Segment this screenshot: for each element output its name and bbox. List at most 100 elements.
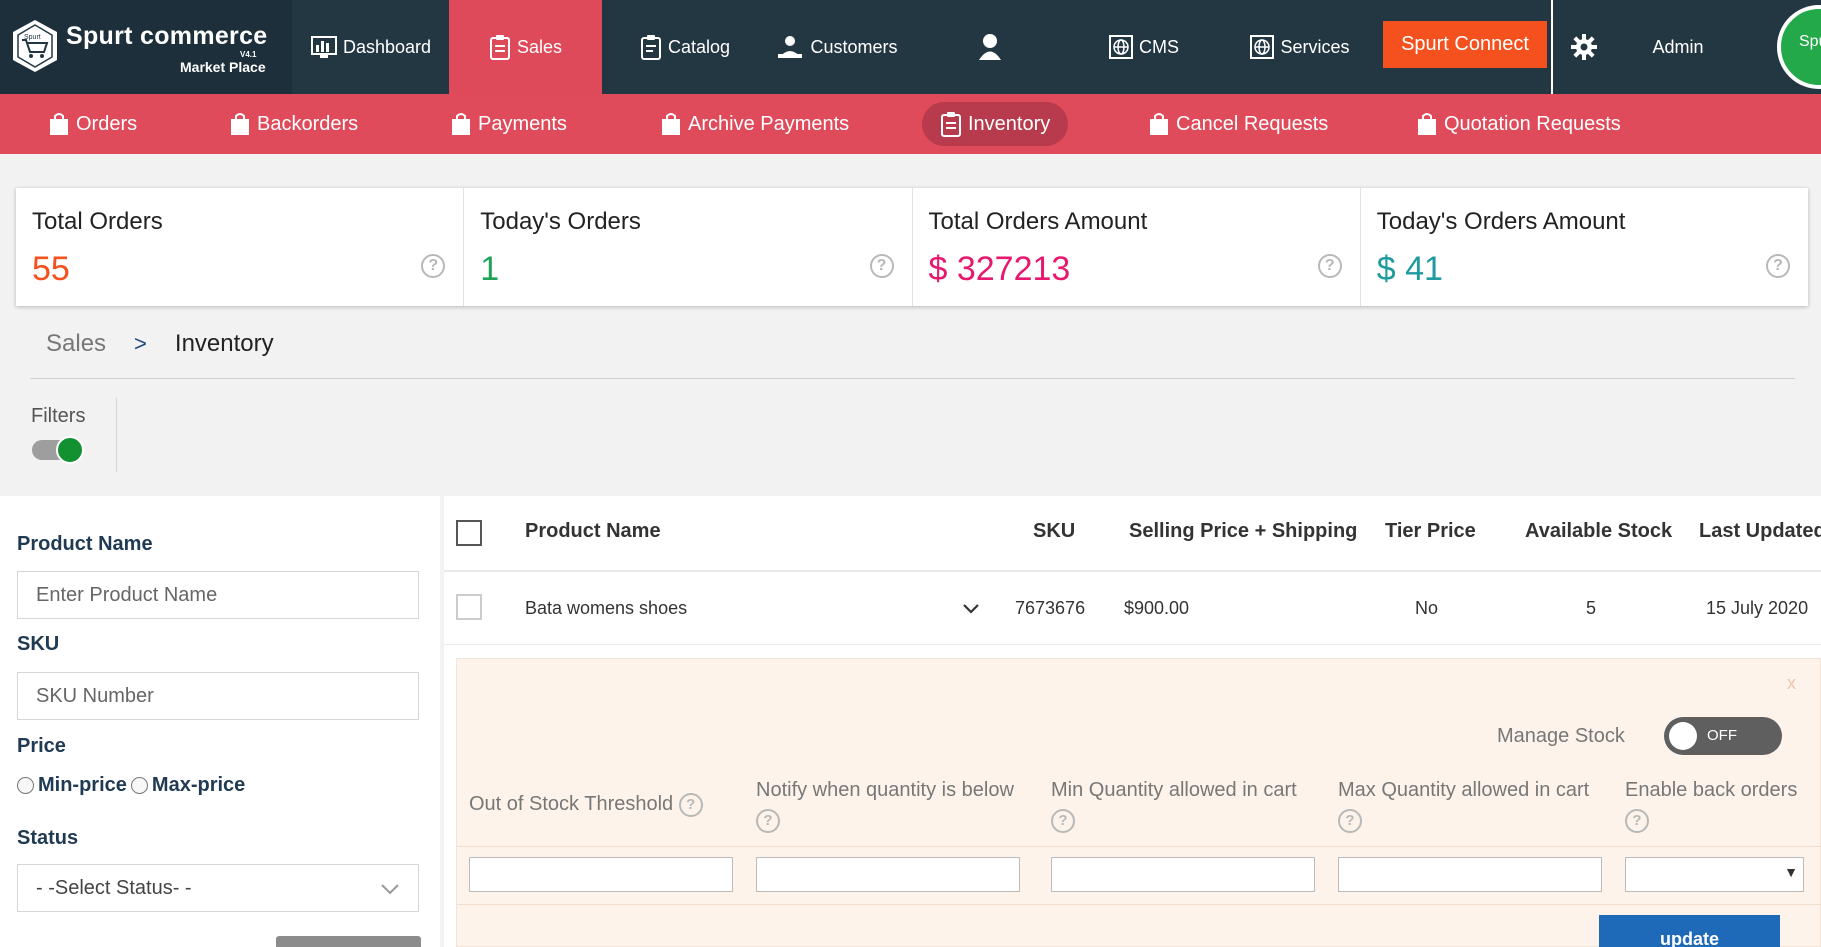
row-checkbox[interactable]: [456, 594, 482, 620]
help-icon[interactable]: ?: [421, 254, 446, 278]
help-icon[interactable]: ?: [756, 808, 780, 833]
manage-stock-toggle-knob: [1669, 722, 1697, 750]
logo-badge-text: Spurt: [24, 34, 41, 41]
manage-stock-toggle[interactable]: OFF: [1664, 717, 1782, 755]
update-button[interactable]: update: [1599, 915, 1780, 947]
notify-below-label: Notify when quantity is below ?: [756, 775, 1014, 835]
stat-todays-orders: Today's Orders 1 ?: [464, 188, 913, 306]
breadcrumb-sales[interactable]: Sales: [46, 330, 106, 358]
stat-total-orders: Total Orders 55 ?: [16, 188, 465, 306]
min-qty-text: Min Quantity allowed in cart: [1051, 779, 1297, 801]
filters-toggle-knob: [56, 436, 84, 464]
vendor-avatar-text: Spu: [1799, 33, 1821, 50]
subnav-backorders-label: Backorders: [257, 112, 359, 135]
max-price-radio[interactable]: [130, 777, 148, 794]
nav-dashboard[interactable]: Dashboard: [296, 0, 446, 94]
stat-value: 55: [32, 250, 70, 288]
max-price-label: Max-price: [151, 774, 246, 796]
help-icon[interactable]: ?: [1766, 254, 1790, 278]
help-icon[interactable]: ?: [1317, 254, 1342, 278]
subnav-cancel-requests[interactable]: Cancel Requests: [1148, 94, 1328, 154]
nav-sales[interactable]: Sales: [449, 0, 602, 94]
subnav-payments[interactable]: Payments: [450, 94, 567, 154]
user-icon: [979, 34, 1001, 60]
header-product-name[interactable]: Product Name: [525, 520, 661, 543]
spurt-connect-button[interactable]: Spurt Connect: [1383, 21, 1547, 68]
admin-menu[interactable]: Admin: [1634, 0, 1722, 94]
subnav-inventory[interactable]: Inventory: [922, 102, 1069, 146]
enable-back-orders-select[interactable]: ▼: [1625, 857, 1804, 892]
product-name-input[interactable]: [17, 571, 419, 619]
header-tier-price[interactable]: Tier Price: [1385, 520, 1476, 543]
brand-logo[interactable]: Spurt Spurt commerce V4.1 Market Place: [0, 0, 292, 94]
nav-services-label: Services: [1280, 36, 1350, 57]
editor-divider: [457, 846, 1821, 847]
help-icon[interactable]: ?: [678, 792, 703, 817]
editor-divider-bottom: [457, 904, 1821, 905]
max-qty-input[interactable]: [1338, 857, 1602, 892]
sku-input[interactable]: [17, 672, 419, 720]
subnav-backorders[interactable]: Backorders: [229, 94, 358, 154]
header-selling-price[interactable]: Selling Price + Shipping: [1129, 520, 1357, 543]
header-divider: [444, 570, 1821, 572]
row-divider: [444, 644, 1821, 645]
bag-icon: [50, 113, 68, 135]
sku-label: SKU: [17, 633, 60, 655]
enable-back-orders-label: Enable back orders ?: [1625, 775, 1797, 835]
subnav-quotation-requests[interactable]: Quotation Requests: [1416, 94, 1621, 154]
help-icon[interactable]: ?: [1051, 808, 1075, 833]
subnav-quotation-requests-label: Quotation Requests: [1444, 112, 1621, 135]
nav-dashboard-label: Dashboard: [342, 36, 432, 57]
cell-product-name: Bata womens shoes: [525, 598, 688, 618]
bag-icon: [662, 113, 680, 135]
top-navbar: Spurt Spurt commerce V4.1 Market Place D…: [0, 0, 1821, 94]
filters-toggle[interactable]: [32, 436, 84, 464]
notify-below-input[interactable]: [756, 857, 1020, 892]
subnav-payments-label: Payments: [478, 112, 567, 135]
header-last-updated[interactable]: Last Updated: [1699, 520, 1821, 543]
chevron-down-icon[interactable]: [962, 600, 980, 618]
subnav-archive-payments[interactable]: Archive Payments: [660, 94, 849, 154]
admin-label: Admin: [1652, 36, 1704, 57]
inventory-table: Product Name SKU Selling Price + Shippin…: [444, 496, 1821, 947]
subnav-orders[interactable]: Orders: [48, 94, 137, 154]
nav-divider: [1551, 0, 1553, 94]
price-radio-group: Min-price Max-price: [17, 774, 245, 797]
max-qty-label: Max Quantity allowed in cart ?: [1338, 775, 1589, 835]
nav-catalog[interactable]: Catalog: [630, 0, 740, 94]
nav-customers[interactable]: Customers: [772, 0, 902, 94]
min-qty-input[interactable]: [1051, 857, 1315, 892]
help-icon[interactable]: ?: [1625, 808, 1649, 833]
out-of-stock-threshold-label: Out of Stock Threshold ?: [469, 789, 703, 819]
enable-back-orders-text: Enable back orders: [1625, 779, 1798, 801]
close-icon[interactable]: x: [1787, 673, 1796, 694]
bag-icon: [452, 113, 470, 135]
nav-customers-label: Customers: [810, 36, 898, 57]
help-icon[interactable]: ?: [1338, 808, 1362, 833]
header-available-stock[interactable]: Available Stock: [1525, 520, 1672, 543]
filters-label: Filters: [31, 405, 86, 427]
price-label: Price: [17, 735, 66, 757]
stat-todays-orders-amount: Today's Orders Amount $ 41 ?: [1361, 188, 1808, 306]
min-price-radio[interactable]: [17, 777, 34, 794]
settings-button[interactable]: [1562, 0, 1606, 94]
breadcrumb-current: Inventory: [174, 330, 274, 357]
help-icon[interactable]: ?: [869, 254, 894, 278]
search-button[interactable]: [276, 936, 421, 947]
product-name-label: Product Name: [17, 533, 153, 555]
stat-value: 1: [480, 250, 500, 288]
nav-cms[interactable]: CMS: [1108, 0, 1180, 94]
nav-user[interactable]: [968, 0, 1012, 94]
subnav-inventory-label: Inventory: [968, 112, 1051, 135]
status-select[interactable]: - -Select Status- -: [17, 864, 419, 912]
stat-value: $ 327213: [928, 250, 1071, 288]
nav-catalog-label: Catalog: [667, 36, 731, 57]
nav-services[interactable]: Services: [1246, 0, 1354, 94]
out-of-stock-threshold-input[interactable]: [469, 857, 733, 892]
breadcrumb-divider: [30, 378, 1795, 379]
header-sku[interactable]: SKU: [1033, 520, 1075, 543]
stat-label: Today's Orders Amount: [1376, 208, 1626, 235]
vendor-avatar[interactable]: Spu: [1777, 5, 1821, 89]
select-all-checkbox[interactable]: [456, 520, 482, 546]
stat-label: Total Orders: [32, 208, 163, 235]
